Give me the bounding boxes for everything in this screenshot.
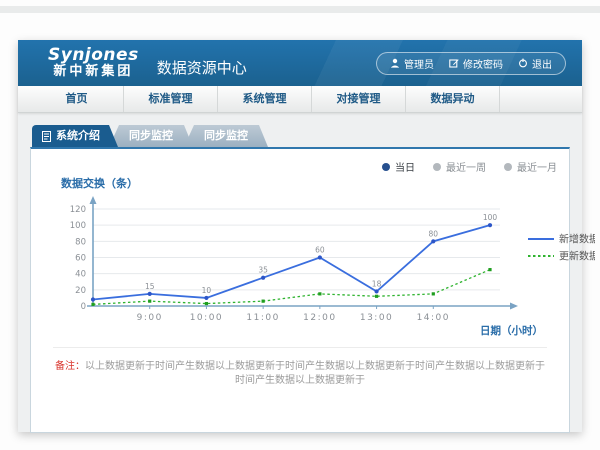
footnote: 备注：以上数据更新于时间产生数据以上数据更新于时间产生数据以上数据更新于时间产生… (53, 347, 547, 388)
filter-label: 最近一月 (517, 159, 557, 174)
edit-icon (449, 58, 459, 68)
radio-dot-icon (382, 163, 390, 171)
svg-text:15: 15 (145, 282, 155, 291)
line-chart: 0 20 40 60 80 100 120 9:00 10:00 11:00 12:00 13:00 1… (39, 193, 595, 343)
filter-last-week[interactable]: 最近一周 (433, 159, 486, 174)
tab-sync-monitor-2[interactable]: 同步监控 (184, 125, 268, 147)
filter-label: 最近一周 (446, 159, 486, 174)
app-header: Synjones 新中新集团 数据资源中心 管理员 修改密码 (18, 40, 582, 86)
filter-today[interactable]: 当日 (382, 159, 415, 174)
svg-text:60: 60 (75, 254, 86, 264)
footnote-text: 以上数据更新于时间产生数据以上数据更新于时间产生数据以上数据更新于时间产生数据以… (85, 361, 545, 386)
change-password-link[interactable]: 修改密码 (449, 56, 503, 71)
brand-logo-chinese: 新中新集团 (48, 65, 139, 80)
logout-link[interactable]: 退出 (518, 56, 552, 71)
tab-label: 系统介绍 (56, 125, 100, 147)
logout-label: 退出 (532, 56, 552, 71)
app-window: Synjones 新中新集团 数据资源中心 管理员 修改密码 (18, 40, 582, 432)
brand-logo: Synjones 新中新集团 (48, 46, 139, 80)
svg-text:10:00: 10:00 (190, 313, 223, 323)
user-account[interactable]: 管理员 (390, 56, 434, 71)
main-nav: 首页 标准管理 系统管理 对接管理 数据异动 (18, 86, 582, 113)
svg-text:新增数据: 新增数据 (559, 233, 595, 246)
user-name-label: 管理员 (404, 56, 434, 71)
svg-text:35: 35 (258, 266, 268, 275)
y-axis-title: 数据交换（条） (61, 175, 569, 191)
svg-text:日期（小时）: 日期（小时） (480, 324, 543, 337)
nav-item-data-change[interactable]: 数据异动 (406, 86, 500, 112)
svg-text:11:00: 11:00 (246, 313, 279, 323)
svg-text:80: 80 (75, 237, 86, 247)
svg-text:更新数据: 更新数据 (559, 250, 595, 263)
chart-panel: 当日 最近一周 最近一月 数据交换（条） 0 20 40 60 80 100 120 9:00… (30, 147, 570, 433)
user-icon (390, 58, 400, 68)
document-icon (42, 131, 51, 142)
svg-text:100: 100 (483, 213, 498, 222)
app-title: 数据资源中心 (157, 57, 247, 78)
nav-item-interface-mgmt[interactable]: 对接管理 (312, 86, 406, 112)
top-strip (0, 6, 600, 13)
filter-label: 当日 (395, 159, 415, 174)
user-menu: 管理员 修改密码 退出 (376, 52, 566, 75)
power-icon (518, 58, 528, 68)
brand-logo-english: Synjones (48, 46, 139, 66)
nav-item-home[interactable]: 首页 (30, 86, 124, 112)
tab-bar: 系统介绍 同步监控 同步监控 (32, 125, 570, 147)
svg-text:14:00: 14:00 (417, 313, 450, 323)
svg-text:9:00: 9:00 (137, 313, 163, 323)
radio-dot-icon (504, 163, 512, 171)
svg-text:40: 40 (75, 270, 86, 280)
nav-item-system-mgmt[interactable]: 系统管理 (218, 86, 312, 112)
svg-text:18: 18 (372, 279, 382, 288)
content-area: 系统介绍 同步监控 同步监控 当日 最近一周 最近一月 数据交 (18, 113, 582, 445)
footnote-label: 备注： (55, 361, 85, 372)
svg-text:80: 80 (429, 229, 439, 238)
tab-system-intro[interactable]: 系统介绍 (32, 125, 118, 147)
svg-text:13:00: 13:00 (360, 313, 393, 323)
svg-text:0: 0 (81, 302, 86, 312)
svg-text:10: 10 (202, 286, 212, 295)
svg-text:60: 60 (315, 246, 325, 255)
tab-sync-monitor-1[interactable]: 同步监控 (109, 125, 193, 147)
svg-text:12:00: 12:00 (303, 313, 336, 323)
svg-text:120: 120 (70, 205, 86, 215)
svg-text:20: 20 (75, 286, 86, 296)
radio-dot-icon (433, 163, 441, 171)
svg-text:100: 100 (70, 221, 86, 231)
filter-last-month[interactable]: 最近一月 (504, 159, 557, 174)
change-password-label: 修改密码 (463, 56, 503, 71)
time-filter-group: 当日 最近一周 最近一月 (382, 159, 557, 174)
nav-item-standard-mgmt[interactable]: 标准管理 (124, 86, 218, 112)
